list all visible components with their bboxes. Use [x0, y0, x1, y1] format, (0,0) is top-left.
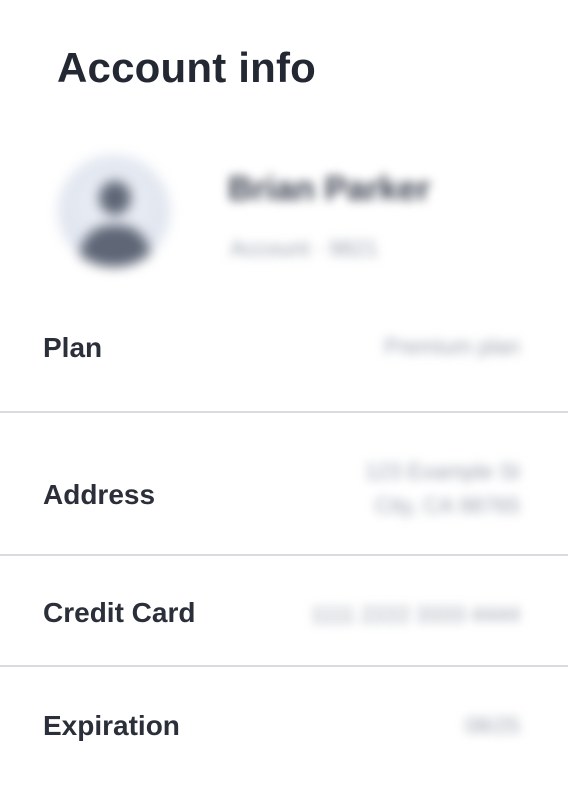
address-value-line1: 123 Example St — [364, 459, 520, 484]
expiration-row[interactable]: Expiration 08/25 — [0, 667, 568, 787]
credit-card-row[interactable]: Credit Card 1111 2222 3333 4444 — [0, 556, 568, 667]
profile-account-id: Account · 9821 — [230, 236, 378, 261]
user-avatar-icon[interactable] — [58, 155, 170, 267]
plan-label: Plan — [43, 332, 103, 363]
profile-name: Brian Parker — [228, 170, 431, 208]
avatar-head-shape — [99, 181, 131, 215]
credit-card-label: Credit Card — [43, 597, 196, 628]
expiration-label: Expiration — [43, 710, 180, 741]
address-row[interactable]: Address 123 Example St City, CA 98765 — [0, 413, 568, 556]
plan-row[interactable]: Plan Premium plan — [0, 300, 568, 413]
address-value: 123 Example St City, CA 98765 — [365, 455, 520, 523]
address-label: Address — [43, 479, 156, 510]
expiration-value: 08/25 — [464, 713, 520, 738]
plan-value: Premium plan — [384, 334, 520, 359]
address-value-line2: City, CA 98765 — [374, 493, 520, 518]
avatar-body-shape — [80, 225, 150, 267]
credit-card-value: 1111 2222 3333 4444 — [310, 602, 520, 627]
page-title: Account info — [57, 44, 317, 91]
